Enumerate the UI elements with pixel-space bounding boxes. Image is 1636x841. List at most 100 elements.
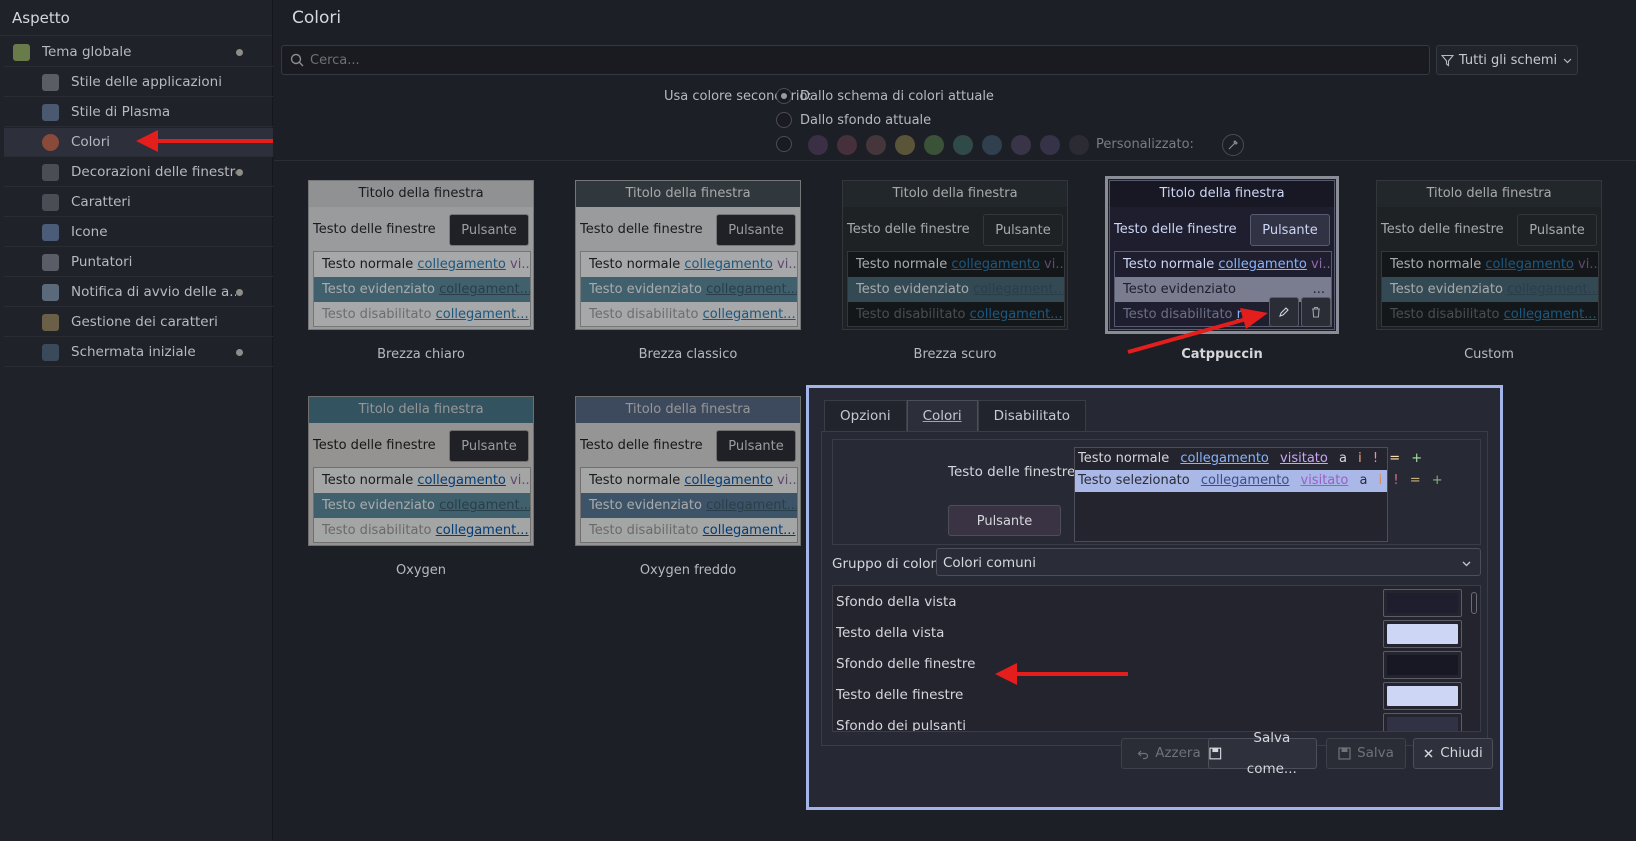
radio-current-scheme[interactable]: Dallo schema di colori attuale xyxy=(776,88,994,104)
radio-accent-custom[interactable] xyxy=(776,136,792,152)
font-management-icon xyxy=(42,313,59,331)
color-picker-button[interactable] xyxy=(1383,713,1462,731)
preview-normal-text: Testo normale xyxy=(1078,451,1170,466)
sidebar-item-label: Stile delle applicazioni xyxy=(71,74,222,90)
save-as-button[interactable]: Salva come... xyxy=(1208,730,1317,777)
divider xyxy=(274,160,1636,161)
preview-selected-visited: visitato xyxy=(1300,473,1349,488)
preview-button: Pulsante xyxy=(1250,214,1330,246)
sidebar-item-5[interactable]: Decorazioni delle finestre xyxy=(4,158,273,187)
preview-button[interactable]: Pulsante xyxy=(948,505,1061,536)
save-button[interactable]: Salva xyxy=(1326,738,1406,769)
preview-selected-link: collegamento xyxy=(1200,473,1290,488)
preview-row-normal: Testo normale collegamento visitato a i … xyxy=(1075,448,1422,470)
preview-selected-neutral: = xyxy=(1409,473,1421,488)
accent-swatch[interactable] xyxy=(895,135,915,155)
sidebar-item-label: Tema globale xyxy=(42,44,132,60)
color-swatch xyxy=(1387,655,1458,675)
sidebar-item-label: Notifica di avvio delle a... xyxy=(71,284,236,300)
color-roles-list[interactable]: Sfondo della vista Testo della vista Sfond… xyxy=(832,585,1481,732)
preview-visited: vi... xyxy=(1311,257,1331,272)
color-swatch xyxy=(1387,624,1458,644)
scheme-name: Brezza scuro xyxy=(913,347,997,362)
scheme-card[interactable]: Titolo della finestra Testo delle finest… xyxy=(308,396,534,546)
color-picker-button[interactable] xyxy=(1383,651,1462,679)
preview-row-selected: Testo selezionato collegamento visitato … xyxy=(1075,470,1443,492)
scheme-name: Custom xyxy=(1464,347,1514,362)
sidebar-item-7[interactable]: Icone xyxy=(4,218,273,247)
preview-normal-text: Testo normale xyxy=(1123,257,1215,272)
color-picker-button[interactable] xyxy=(1222,134,1244,156)
accent-swatch[interactable] xyxy=(953,135,973,155)
sidebar-item-10[interactable]: Gestione dei caratteri xyxy=(4,308,273,337)
modified-indicator-dot xyxy=(236,288,243,296)
preview-selected-negative: ! xyxy=(1393,473,1399,488)
scheme-card[interactable]: Titolo della finestra Testo delle finest… xyxy=(1376,180,1602,330)
scrollbar-handle[interactable] xyxy=(1471,592,1477,614)
reset-button[interactable]: Azzera xyxy=(1121,738,1217,769)
scheme-card[interactable]: Titolo della finestra Testo delle finest… xyxy=(308,180,534,330)
app-window: Aspetto Tema globale Stile delle applicaz… xyxy=(0,0,1636,841)
main-area: Colori Tutti gli schemi Usa colore secon… xyxy=(274,0,1636,841)
color-group-label: Gruppo di colori: xyxy=(832,556,945,572)
color-role-label: Sfondo della vista xyxy=(836,594,957,610)
sidebar-item-label: Icone xyxy=(71,224,108,240)
radio-current-scheme-label: Dallo schema di colori attuale xyxy=(800,88,994,104)
sidebar-item-1[interactable]: Tema globale xyxy=(4,38,273,67)
color-group-select[interactable]: Colori comuni xyxy=(936,548,1481,576)
accent-swatch[interactable] xyxy=(924,135,944,155)
sidebar-item-label: Stile di Plasma xyxy=(71,104,171,120)
edit-scheme-dialog: Opzioni Colori Disabilitato Testo delle … xyxy=(806,385,1503,810)
color-role-row: Sfondo della vista xyxy=(833,587,1393,617)
preview-negative: ! xyxy=(1372,451,1379,466)
color-swatch xyxy=(1387,717,1458,731)
search-input[interactable] xyxy=(310,52,1410,68)
sidebar-item-4[interactable]: Colori xyxy=(4,128,273,157)
color-picker-button[interactable] xyxy=(1383,682,1462,710)
radio-indicator xyxy=(776,136,792,152)
tab-disabled[interactable]: Disabilitato xyxy=(977,400,1087,431)
delete-scheme-button[interactable] xyxy=(1301,297,1331,327)
scheme-card[interactable]: Titolo della finestra Testo delle finest… xyxy=(575,180,801,330)
preview-list: Testo normale collegamento vi... Testo e… xyxy=(1114,251,1332,327)
radio-wallpaper[interactable]: Dallo sfondo attuale xyxy=(776,112,931,128)
close-label: Chiudi xyxy=(1440,745,1483,761)
sidebar-item-3[interactable]: Stile di Plasma xyxy=(4,98,273,127)
sidebar-item-label: Gestione dei caratteri xyxy=(71,314,218,330)
tab-options[interactable]: Opzioni xyxy=(824,400,907,431)
scheme-filter-dropdown[interactable]: Tutti gli schemi xyxy=(1436,45,1578,75)
preview-link: collegamento xyxy=(1180,451,1269,466)
reset-label: Azzera xyxy=(1155,745,1201,761)
edit-scheme-button[interactable] xyxy=(1269,297,1299,327)
sidebar-item-9[interactable]: Notifica di avvio delle a... xyxy=(4,278,273,307)
accent-swatch[interactable] xyxy=(837,135,857,155)
color-swatch xyxy=(1387,686,1458,706)
modified-indicator-dot xyxy=(236,48,243,56)
color-picker-button[interactable] xyxy=(1383,589,1462,617)
color-role-label: Testo delle finestre xyxy=(836,687,964,703)
sidebar-item-6[interactable]: Caratteri xyxy=(4,188,273,217)
accent-swatch[interactable] xyxy=(1069,135,1089,155)
color-picker-button[interactable] xyxy=(1383,620,1462,648)
tab-colors[interactable]: Colori xyxy=(906,400,978,431)
accent-swatch[interactable] xyxy=(866,135,886,155)
sidebar-item-label: Decorazioni delle finestre xyxy=(71,164,236,180)
scheme-name: Brezza chiaro xyxy=(377,347,465,362)
scheme-card[interactable]: Titolo della finestra Testo delle finest… xyxy=(842,180,1068,330)
accent-swatch[interactable] xyxy=(1011,135,1031,155)
accent-swatch[interactable] xyxy=(1040,135,1060,155)
accent-swatch[interactable] xyxy=(982,135,1002,155)
sidebar-item-11[interactable]: Schermata iniziale xyxy=(4,338,273,367)
accent-swatch[interactable] xyxy=(808,135,828,155)
preview-selected-positive: + xyxy=(1431,473,1443,488)
sidebar-item-8[interactable]: Puntatori xyxy=(4,248,273,277)
sidebar-item-2[interactable]: Stile delle applicazioni xyxy=(4,68,273,97)
icons-icon xyxy=(42,223,59,241)
custom-color-label: Personalizzato: xyxy=(1096,137,1194,152)
trash-icon xyxy=(1312,306,1320,318)
radio-wallpaper-label: Dallo sfondo attuale xyxy=(800,112,932,128)
search-field[interactable] xyxy=(281,45,1430,75)
scheme-card[interactable]: Titolo della finestra Testo delle finest… xyxy=(575,396,801,546)
close-button[interactable]: Chiudi xyxy=(1413,738,1493,769)
scheme-card[interactable]: Titolo della finestra Testo delle finest… xyxy=(1105,176,1339,334)
